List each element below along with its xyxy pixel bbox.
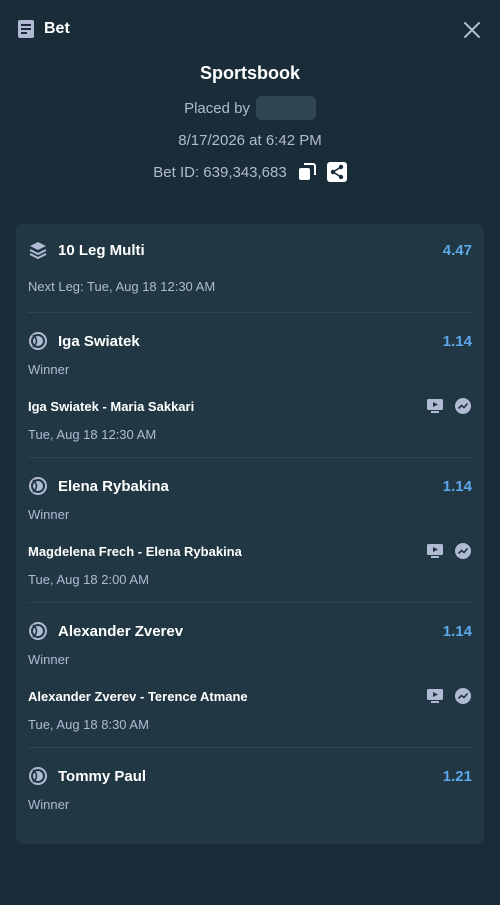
leg-item: Alexander Zverev 1.14 Winner Alexander Z… — [28, 620, 472, 760]
modal-title: Bet — [16, 19, 70, 39]
multi-row: 10 Leg Multi 4.47 — [28, 240, 472, 260]
leg-item: Tommy Paul 1.21 Winner — [28, 765, 472, 905]
leg-selection: Tommy Paul — [58, 767, 147, 785]
leg-market: Winner — [28, 652, 70, 667]
tennis-ball-icon — [28, 621, 48, 641]
tv-icon — [427, 689, 443, 703]
placed-by: Placed by — [0, 96, 500, 120]
leg-time: Tue, Aug 18 8:30 AM — [28, 717, 149, 732]
stats-icon — [455, 543, 471, 559]
live-stream-button[interactable] — [426, 542, 444, 560]
bet-id: Bet ID: 639,343,683 — [153, 163, 287, 181]
layers-icon — [28, 240, 48, 260]
leg-time: Tue, Aug 18 12:30 AM — [28, 427, 157, 442]
modal-header: Bet — [0, 0, 500, 60]
placed-date: 8/17/2026 at 6:42 PM — [178, 132, 322, 149]
modal-title-text: Bet — [44, 20, 70, 37]
copy-icon — [298, 163, 316, 180]
copy-button[interactable] — [297, 162, 317, 182]
live-stream-button[interactable] — [426, 397, 444, 415]
receipt-icon — [16, 19, 36, 39]
share-button[interactable] — [326, 162, 347, 182]
divider — [28, 602, 472, 603]
leg-market: Winner — [28, 797, 70, 812]
leg-event-link[interactable]: Iga Swiatek - Maria Sakkari — [28, 399, 416, 414]
stats-icon — [455, 398, 471, 414]
divider — [28, 457, 472, 458]
leg-selection: Alexander Zverev — [58, 622, 184, 640]
leg-odds: 1.14 — [442, 477, 472, 495]
leg-time: Tue, Aug 18 2:00 AM — [28, 572, 149, 587]
placed-by-label: Placed by — [184, 99, 250, 117]
live-stream-button[interactable] — [426, 687, 444, 705]
bet-card: 10 Leg Multi 4.47 Next Leg: Tue, Aug 18 … — [16, 224, 484, 844]
tennis-ball-icon — [28, 766, 48, 786]
multi-odds: 4.47 — [442, 241, 472, 259]
tennis-ball-icon — [28, 476, 48, 496]
multi-label: 10 Leg Multi — [58, 241, 145, 259]
leg-market: Winner — [28, 362, 70, 377]
share-icon — [326, 162, 347, 182]
stats-button[interactable] — [454, 687, 472, 705]
bet-id-row: Bet ID: 639,343,683 — [0, 162, 500, 182]
hidden-username[interactable] — [255, 96, 316, 120]
leg-event-link[interactable]: Magdelena Frech - Elena Rybakina — [28, 544, 416, 559]
leg-market: Winner — [28, 507, 70, 522]
leg-odds: 1.14 — [442, 622, 472, 640]
divider — [28, 312, 472, 313]
tv-icon — [427, 544, 443, 558]
leg-selection: Iga Swiatek — [58, 332, 140, 350]
provider-title: Sportsbook — [199, 63, 300, 83]
close-button[interactable] — [460, 18, 484, 42]
stats-button[interactable] — [454, 542, 472, 560]
divider — [28, 747, 472, 748]
leg-item: Iga Swiatek 1.14 Winner Iga Swiatek - Ma… — [28, 330, 472, 470]
tv-icon — [427, 399, 443, 413]
close-icon — [464, 22, 480, 38]
leg-odds: 1.21 — [442, 767, 472, 785]
tennis-ball-icon — [28, 331, 48, 351]
stats-button[interactable] — [454, 397, 472, 415]
leg-odds: 1.14 — [442, 332, 472, 350]
next-leg: Next Leg: Tue, Aug 18 12:30 AM — [28, 279, 216, 294]
stats-icon — [455, 688, 471, 704]
leg-item: Elena Rybakina 1.14 Winner Magdelena Fre… — [28, 475, 472, 615]
leg-selection: Elena Rybakina — [58, 477, 169, 495]
leg-event-link[interactable]: Alexander Zverev - Terence Atmane — [28, 689, 416, 704]
